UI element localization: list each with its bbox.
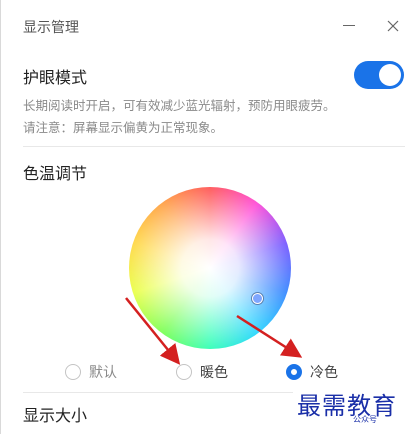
arrow-to-warm <box>125 297 181 365</box>
watermark-subtext: 公众号 <box>353 415 377 424</box>
annotation-arrows <box>125 297 303 365</box>
watermark-text: 最需教育 <box>297 392 397 420</box>
display-manager-window: 显示管理 护眼模式 长期阅读时开启，可有效减少蓝光辐射，预防用眼疲劳。 请注意：… <box>0 0 416 434</box>
arrow-to-cool <box>236 314 303 358</box>
